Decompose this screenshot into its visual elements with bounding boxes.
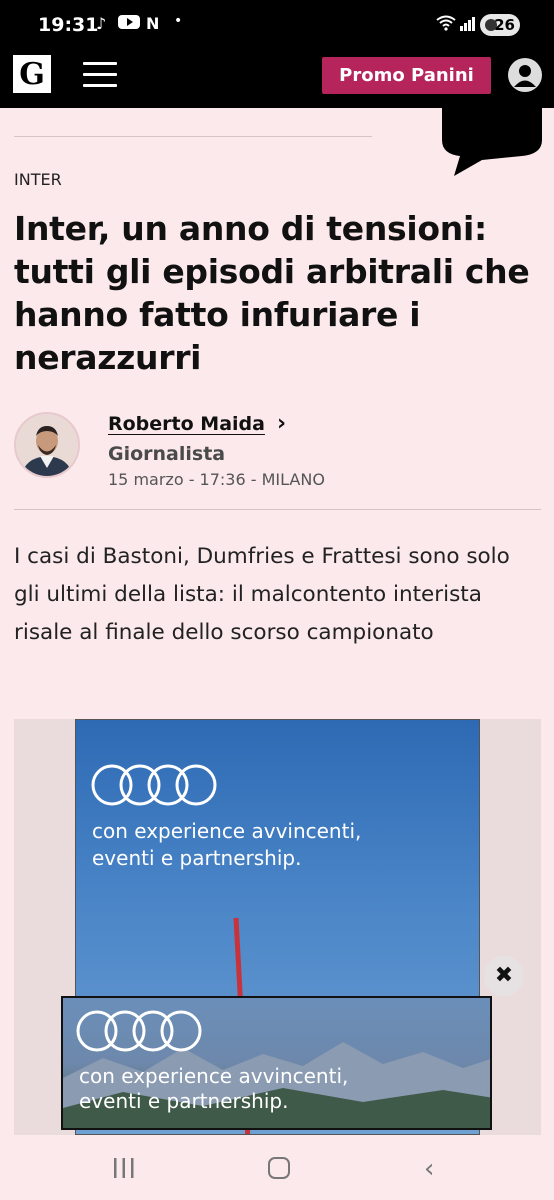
notification-dot-icon: • — [174, 13, 183, 29]
author-role: Giornalista — [108, 443, 226, 465]
system-nav-bar: ‹ — [0, 1138, 554, 1200]
signal-icon — [460, 16, 476, 35]
status-bar: 19:31 ♪ N • 26 — [0, 0, 554, 42]
status-time: 19:31 — [38, 14, 99, 36]
ad-text-line: con experience avvincenti, — [92, 819, 362, 843]
comments-bubble-icon[interactable] — [442, 100, 542, 182]
battery-level: 26 — [494, 16, 515, 34]
ad-text-line: eventi e partnership. — [92, 846, 302, 870]
article-headline: Inter, un anno di tensioni: tutti gli ep… — [14, 209, 530, 377]
sticky-ad-banner[interactable]: con experience avvincenti, eventi e part… — [61, 996, 492, 1130]
close-ad-icon[interactable]: ✖ — [484, 956, 524, 996]
chevron-right-icon[interactable]: › — [277, 411, 286, 436]
ad-text-line: eventi e partnership. — [79, 1089, 289, 1113]
hamburger-menu-icon[interactable] — [83, 62, 117, 88]
article-category[interactable]: INTER — [14, 170, 62, 189]
home-icon[interactable] — [268, 1157, 290, 1179]
ad-text: con experience avvincenti, eventi e part… — [92, 818, 361, 872]
site-logo[interactable]: G — [13, 55, 51, 93]
n-icon: N — [146, 14, 160, 33]
audi-rings-logo — [76, 1010, 202, 1052]
audi-rings-logo — [91, 764, 217, 806]
wifi-icon — [436, 15, 456, 35]
article-dateline: 15 marzo - 17:36 - MILANO — [108, 470, 325, 489]
tiktok-icon: ♪ — [96, 14, 107, 33]
recents-icon[interactable] — [113, 1158, 135, 1178]
promo-panini-button[interactable]: Promo Panini — [322, 57, 491, 94]
site-header: G Promo Panini — [0, 42, 554, 108]
user-account-icon[interactable] — [508, 58, 542, 92]
divider — [14, 509, 541, 510]
ad-text-line: con experience avvincenti, — [79, 1064, 349, 1088]
ad-text: con experience avvincenti, eventi e part… — [79, 1064, 348, 1114]
author-name-link[interactable]: Roberto Maida — [108, 413, 265, 435]
article-summary: I casi di Bastoni, Dumfries e Frattesi s… — [14, 544, 510, 645]
divider — [14, 136, 372, 137]
battery-bolt-icon — [485, 19, 497, 31]
youtube-icon — [118, 14, 140, 34]
back-icon[interactable]: ‹ — [424, 1154, 434, 1184]
author-avatar[interactable] — [14, 412, 80, 478]
battery-icon: 26 — [480, 14, 520, 36]
